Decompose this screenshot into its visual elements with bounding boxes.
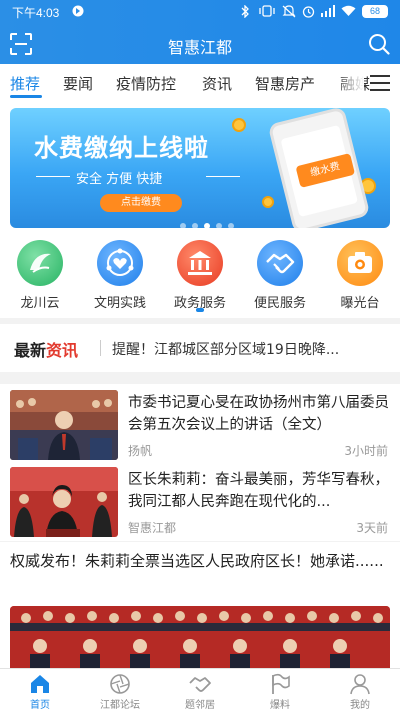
neighbor-handshake-icon: [189, 673, 211, 695]
quick-link-label: 龙川云: [20, 296, 60, 311]
longchuan-cloud-icon: [17, 240, 63, 286]
pay-now-button[interactable]: 点击缴费: [100, 194, 182, 212]
nav-neighbor[interactable]: 题邻居: [160, 673, 240, 711]
active-tab-indicator: [10, 95, 42, 98]
news-ticker[interactable]: 最新资讯 提醒！江都城区部分区域19日晚降...: [0, 324, 400, 372]
tab-news[interactable]: 资讯: [202, 73, 232, 94]
alarm-icon: [302, 5, 315, 21]
pay-water-label: 缴水费: [295, 153, 356, 188]
phone-illustration: 缴水费: [267, 108, 371, 228]
bluetooth-icon: [240, 4, 250, 21]
nav-label: 江都论坛: [100, 700, 140, 711]
handshake-icon: [257, 240, 303, 286]
featured-image: [10, 606, 390, 668]
signal-icon: [320, 5, 336, 20]
quick-links: 龙川云 文明实践 政务服务 便民服务 曝光台: [0, 232, 400, 318]
vibrate-icon: [258, 5, 276, 20]
quick-link-longchuan-cloud[interactable]: 龙川云: [4, 240, 76, 311]
notification-icon: [72, 5, 84, 20]
category-tabs: 推荐 要闻 疫情防控 资讯 智惠房产 融媒: [0, 64, 400, 102]
tab-headlines[interactable]: 要闻: [63, 73, 93, 94]
banner-title: 水费缴纳上线啦: [34, 134, 209, 162]
nav-label: 爆料: [270, 700, 290, 711]
government-building-icon: [177, 240, 223, 286]
news-item[interactable]: 区长朱莉莉：奋斗最美丽，芳华写春秋，我同江都人民奔跑在现代化的... 智惠江都 …: [0, 461, 400, 541]
latest-news-logo: 最新资讯: [14, 341, 79, 360]
quick-link-convenience-services[interactable]: 便民服务: [244, 240, 316, 311]
news-thumbnail: [10, 467, 118, 537]
tab-recommend[interactable]: 推荐: [10, 73, 40, 94]
carousel-dots: [180, 214, 240, 228]
bottom-navigation: 首页 江都论坛 题邻居 爆料 我的: [0, 668, 400, 711]
ticker-separator: [100, 340, 101, 356]
camera-icon: [337, 240, 383, 286]
tabs-fade: [334, 64, 364, 102]
status-bar: 下午4:03 68: [0, 0, 400, 24]
news-title: 区长朱莉莉：奋斗最美丽，芳华写春秋，我同江都人民奔跑在现代化的...: [128, 472, 389, 510]
app-bar: 智惠江都: [0, 24, 400, 64]
banner-section: 水费缴纳上线啦 安全 方便 快捷 点击缴费 缴水费: [0, 102, 400, 232]
news-time: 3天前: [356, 521, 388, 535]
quick-link-label: 曝光台: [340, 296, 380, 311]
banner-carousel[interactable]: 水费缴纳上线啦 安全 方便 快捷 点击缴费 缴水费: [10, 108, 390, 228]
tab-real-estate[interactable]: 智惠房产: [255, 73, 315, 94]
featured-title: 权威发布！朱莉莉全票当选区人民政府区长！她承诺......: [10, 552, 384, 570]
quick-link-civilization-practice[interactable]: 文明实践: [84, 240, 156, 311]
banner-subtitle: 安全 方便 快捷: [76, 172, 163, 187]
nav-report[interactable]: 爆料: [240, 673, 320, 711]
quick-link-exposure-platform[interactable]: 曝光台: [324, 240, 396, 311]
phone-screen: 缴水费: [280, 124, 359, 218]
quick-link-government-services[interactable]: 政务服务: [164, 240, 236, 311]
nav-label: 题邻居: [185, 700, 215, 711]
banner-divider: [206, 176, 240, 177]
flag-icon: [269, 673, 291, 695]
news-time: 3小时前: [344, 444, 388, 458]
nav-label: 首页: [30, 700, 50, 711]
news-source: 扬帆: [128, 444, 153, 458]
coin-decoration: [232, 118, 246, 132]
nav-home[interactable]: 首页: [0, 673, 80, 711]
news-source: 智惠江都: [128, 521, 177, 535]
heart-network-icon: [97, 240, 143, 286]
news-title: 市委书记夏心旻在政协扬州市第八届委员会第五次会议上的讲话（全文）: [128, 395, 389, 433]
tab-epidemic[interactable]: 疫情防控: [116, 73, 176, 94]
battery-indicator: 68: [362, 5, 388, 18]
nav-forum[interactable]: 江都论坛: [80, 673, 160, 711]
user-icon: [349, 673, 371, 695]
mute-icon: [282, 5, 296, 21]
wifi-icon: [341, 5, 356, 20]
news-item[interactable]: 市委书记夏心旻在政协扬州市第八届委员会第五次会议上的讲话（全文） 扬帆 3小时前: [0, 384, 400, 464]
status-time: 下午4:03: [12, 6, 60, 20]
ticker-headline[interactable]: 提醒！江都城区部分区域19日晚降...: [112, 339, 388, 359]
quick-link-label: 文明实践: [93, 296, 146, 311]
quick-links-page-indicator: [196, 308, 204, 312]
featured-news-item[interactable]: 权威发布！朱莉莉全票当选区人民政府区长！她承诺......: [0, 542, 400, 668]
quick-link-label: 便民服务: [253, 296, 306, 311]
nav-label: 我的: [350, 700, 370, 711]
home-icon: [29, 673, 51, 695]
coin-decoration: [262, 196, 274, 208]
menu-icon[interactable]: [370, 75, 390, 91]
search-icon[interactable]: [368, 33, 390, 55]
news-thumbnail: [10, 390, 118, 460]
banner-divider: [36, 176, 70, 177]
forum-icon: [109, 673, 131, 695]
nav-profile[interactable]: 我的: [320, 673, 400, 711]
page-title: 智惠江都: [167, 38, 232, 57]
